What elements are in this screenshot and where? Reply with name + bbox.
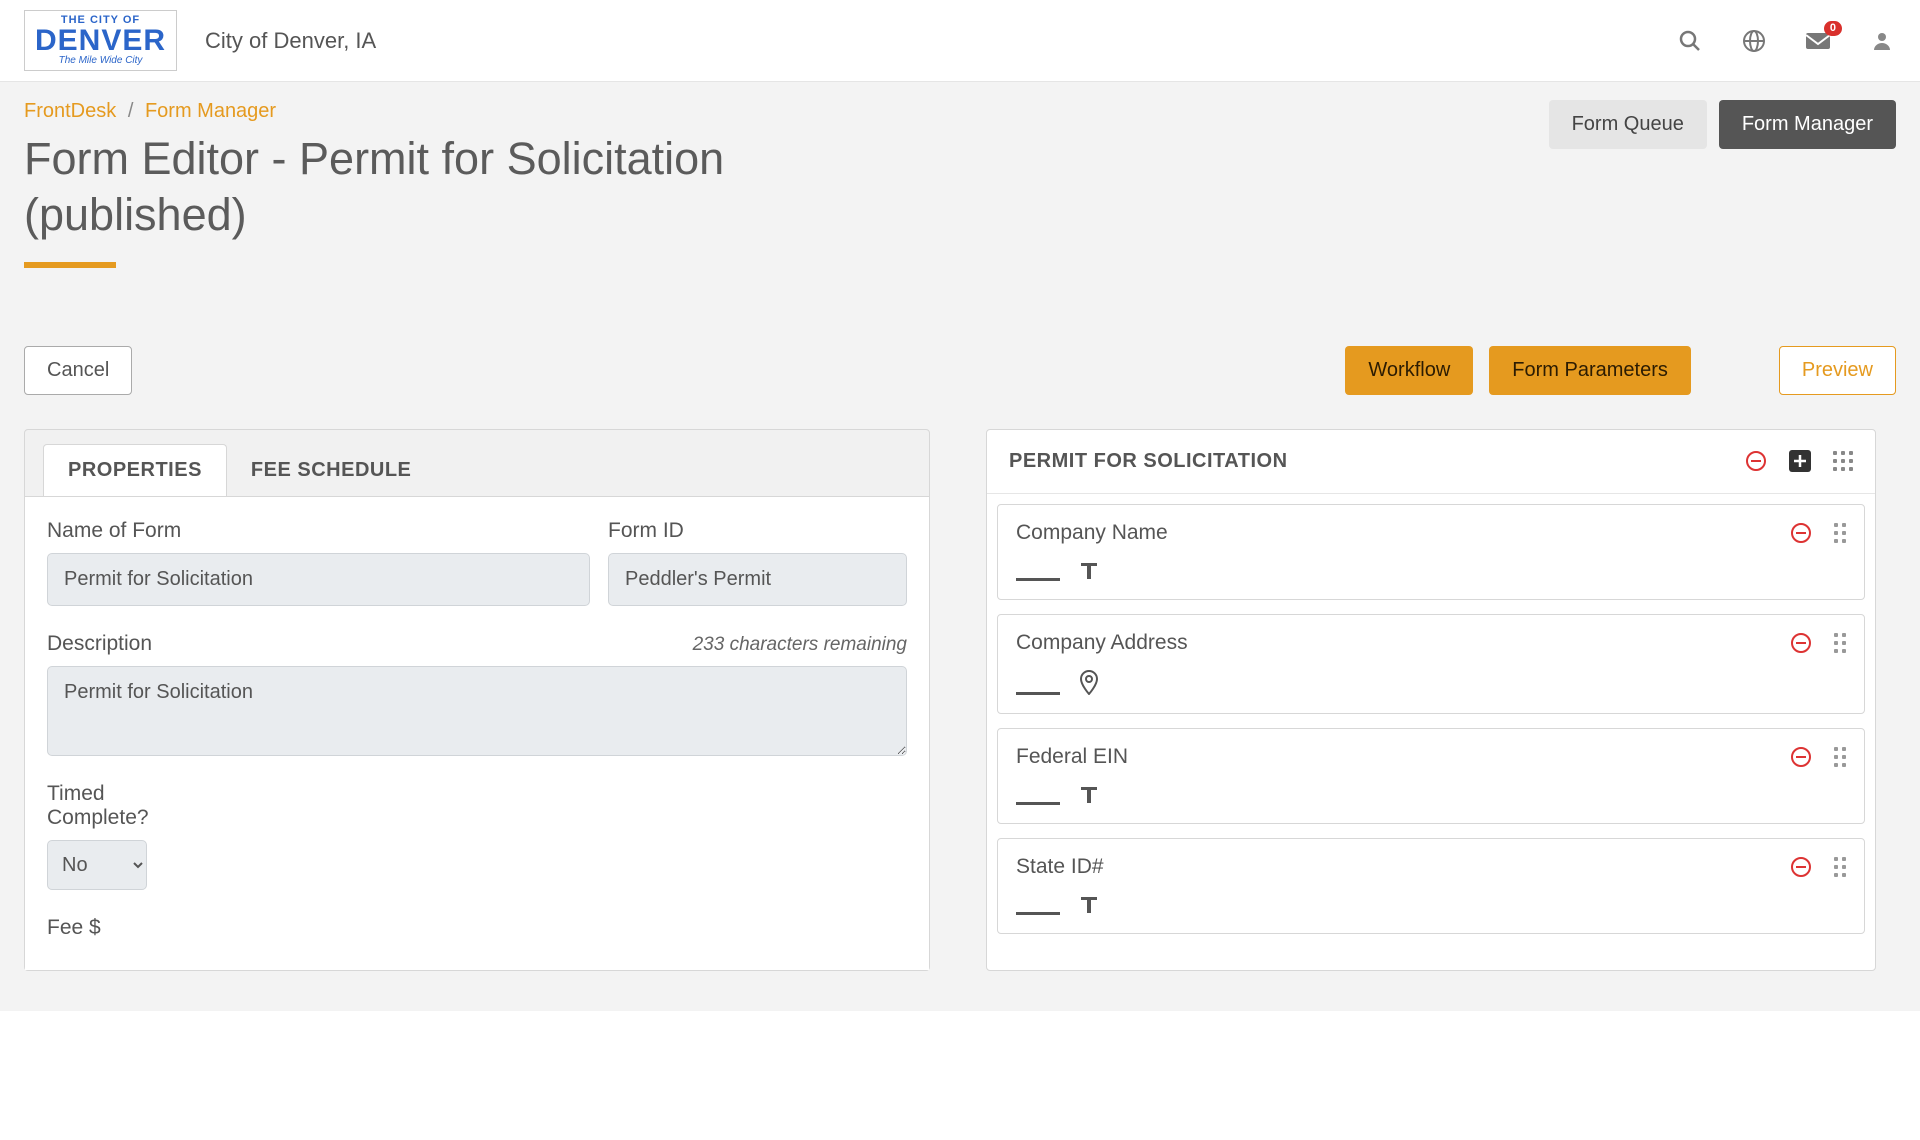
breadcrumb-current[interactable]: Form Manager <box>145 100 276 122</box>
field-card[interactable]: Company Address <box>997 614 1865 714</box>
drag-field-icon[interactable] <box>1834 633 1846 653</box>
breadcrumb-root[interactable]: FrontDesk <box>24 100 116 122</box>
form-id-label: Form ID <box>608 519 907 543</box>
title-row: FrontDesk / Form Manager Form Editor - P… <box>24 100 1896 268</box>
content: FrontDesk / Form Manager Form Editor - P… <box>0 82 1920 1011</box>
editor-columns: PROPERTIES FEE SCHEDULE Name of Form For… <box>24 429 1896 971</box>
action-row: Cancel Workflow Form Parameters Preview <box>24 346 1896 395</box>
logo[interactable]: THE CITY OF DENVER The Mile Wide City <box>24 10 177 71</box>
field-label: State ID# <box>1016 855 1104 879</box>
text-type-icon <box>1078 559 1100 581</box>
description-label: Description <box>47 632 152 656</box>
field-label: Federal EIN <box>1016 745 1128 769</box>
preview-button[interactable]: Preview <box>1779 346 1896 395</box>
description-input[interactable] <box>47 666 907 756</box>
org-name: City of Denver, IA <box>205 28 376 54</box>
drag-field-icon[interactable] <box>1834 857 1846 877</box>
field-preview-line <box>1016 578 1060 581</box>
text-type-icon <box>1078 893 1100 915</box>
field-preview-line <box>1016 912 1060 915</box>
drag-field-icon[interactable] <box>1834 747 1846 767</box>
form-builder-panel: PERMIT FOR SOLICITATION Company NameComp… <box>986 429 1876 971</box>
form-id-input[interactable] <box>608 553 907 606</box>
field-card[interactable]: Federal EIN <box>997 728 1865 824</box>
field-list: Company Name Company Address Federal EIN St… <box>987 494 1875 958</box>
field-label: Company Address <box>1016 631 1188 655</box>
timed-complete-label: Timed Complete? <box>47 782 187 830</box>
mail-icon[interactable]: 0 <box>1804 27 1832 55</box>
builder-section-title: PERMIT FOR SOLICITATION <box>1009 450 1288 473</box>
name-of-form-input[interactable] <box>47 553 590 606</box>
tab-properties[interactable]: PROPERTIES <box>43 444 227 496</box>
remove-section-icon[interactable] <box>1745 450 1767 472</box>
form-queue-button[interactable]: Form Queue <box>1549 100 1707 149</box>
location-pin-icon <box>1078 669 1100 695</box>
user-icon[interactable] <box>1868 27 1896 55</box>
page-title: Form Editor - Permit for Solicitation (p… <box>24 131 924 244</box>
workflow-button[interactable]: Workflow <box>1345 346 1473 395</box>
notification-badge: 0 <box>1824 21 1842 36</box>
add-field-icon[interactable] <box>1789 450 1811 472</box>
form-parameters-button[interactable]: Form Parameters <box>1489 346 1691 395</box>
remove-field-icon[interactable] <box>1790 632 1812 654</box>
drag-section-icon[interactable] <box>1833 451 1853 471</box>
drag-field-icon[interactable] <box>1834 523 1846 543</box>
remove-field-icon[interactable] <box>1790 856 1812 878</box>
chars-remaining: 233 characters remaining <box>693 634 907 656</box>
properties-panel: PROPERTIES FEE SCHEDULE Name of Form For… <box>24 429 930 971</box>
header-right: 0 <box>1676 27 1896 55</box>
view-switch: Form Queue Form Manager <box>1549 100 1896 149</box>
field-preview-line <box>1016 692 1060 695</box>
field-card[interactable]: Company Name <box>997 504 1865 600</box>
title-underline <box>24 262 116 268</box>
properties-body: Name of Form Form ID Description 233 cha… <box>25 496 929 970</box>
title-block: FrontDesk / Form Manager Form Editor - P… <box>24 100 924 268</box>
globe-icon[interactable] <box>1740 27 1768 55</box>
name-of-form-label: Name of Form <box>47 519 590 543</box>
remove-field-icon[interactable] <box>1790 746 1812 768</box>
fee-label: Fee $ <box>47 916 187 940</box>
breadcrumb: FrontDesk / Form Manager <box>24 100 924 123</box>
cancel-button[interactable]: Cancel <box>24 346 132 395</box>
tabs: PROPERTIES FEE SCHEDULE <box>25 430 929 496</box>
form-manager-button[interactable]: Form Manager <box>1719 100 1896 149</box>
field-card[interactable]: State ID# <box>997 838 1865 934</box>
field-label: Company Name <box>1016 521 1168 545</box>
field-preview-line <box>1016 802 1060 805</box>
builder-section-head: PERMIT FOR SOLICITATION <box>987 430 1875 494</box>
app-header: THE CITY OF DENVER The Mile Wide City Ci… <box>0 0 1920 82</box>
text-type-icon <box>1078 783 1100 805</box>
timed-complete-select[interactable]: No <box>47 840 147 890</box>
tab-fee-schedule[interactable]: FEE SCHEDULE <box>227 445 435 496</box>
header-left: THE CITY OF DENVER The Mile Wide City Ci… <box>24 10 376 71</box>
search-icon[interactable] <box>1676 27 1704 55</box>
remove-field-icon[interactable] <box>1790 522 1812 544</box>
